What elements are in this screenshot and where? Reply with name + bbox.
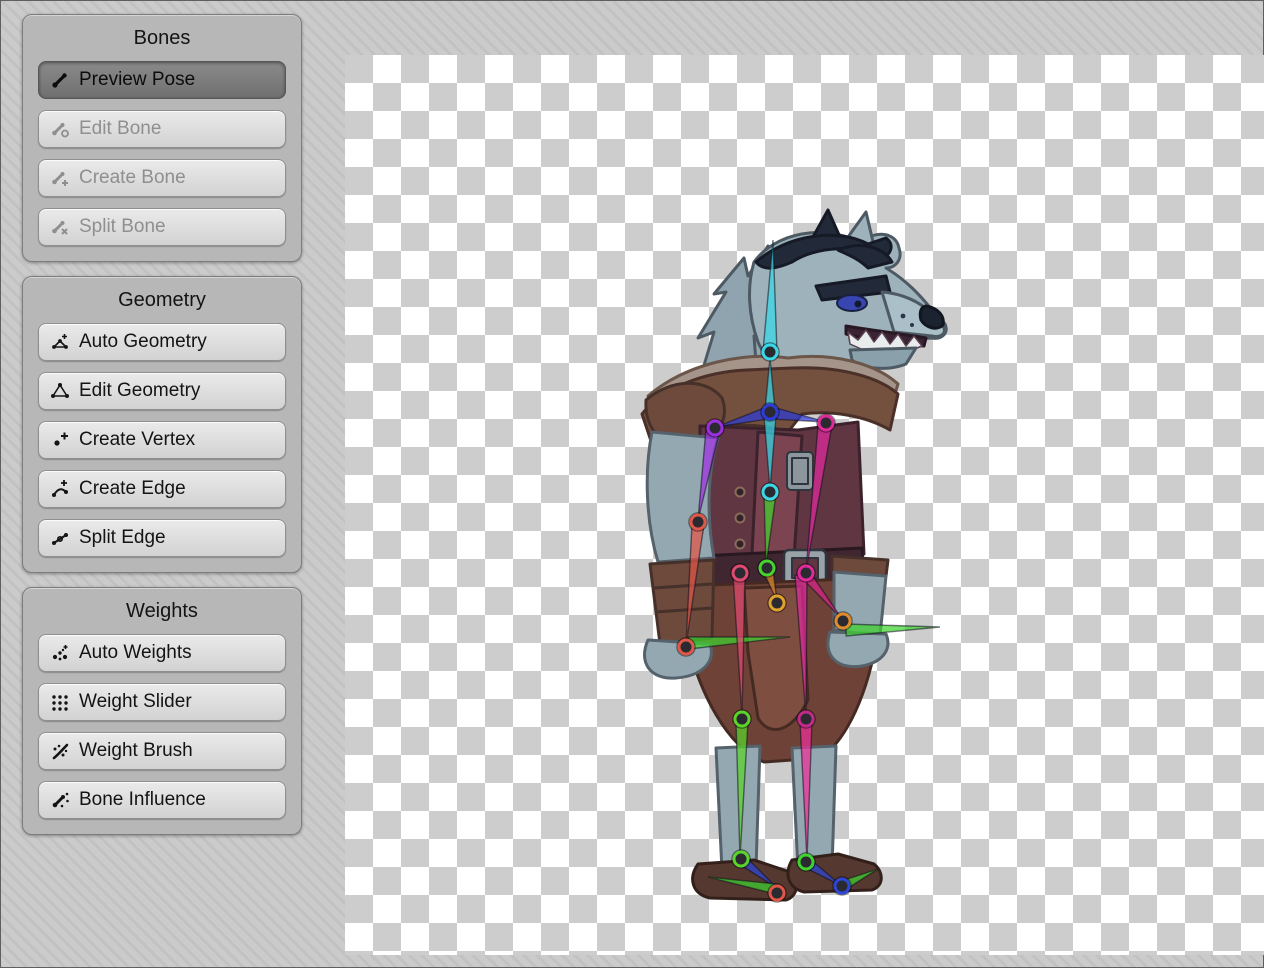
button-label: Create Bone (79, 167, 186, 189)
weight-brush-button[interactable]: Weight Brush (38, 732, 286, 770)
weight-slider-icon (50, 692, 70, 712)
panel-weights: Weights Auto Weights Weight Slider Weight B… (22, 587, 302, 835)
preview-pose-button[interactable]: Preview Pose (38, 61, 286, 99)
skinning-editor-window: { "app": { "name": "2D Skinning Editor" … (0, 0, 1264, 968)
bone-influence-button[interactable]: Bone Influence (38, 781, 286, 819)
split-bone-button[interactable]: Split Bone (38, 208, 286, 246)
button-label: Weight Slider (79, 691, 192, 713)
auto-geometry-icon (50, 332, 70, 352)
panel-title-geometry: Geometry (23, 277, 301, 323)
panel-bones: Bones Preview Pose Edit Bone Create Bone Spl… (22, 14, 302, 262)
weight-brush-icon (50, 741, 70, 761)
auto-weights-icon (50, 643, 70, 663)
button-label: Bone Influence (79, 789, 206, 811)
edit-bone-button[interactable]: Edit Bone (38, 110, 286, 148)
edit-geometry-icon (50, 381, 70, 401)
button-label: Split Edge (79, 527, 166, 549)
split-bone-icon (50, 217, 70, 237)
edit-geometry-button[interactable]: Edit Geometry (38, 372, 286, 410)
button-label: Split Bone (79, 216, 166, 238)
bone-influence-icon (50, 790, 70, 810)
preview-pose-icon (50, 70, 70, 90)
button-label: Create Edge (79, 478, 186, 500)
split-edge-icon (50, 528, 70, 548)
auto-geometry-button[interactable]: Auto Geometry (38, 323, 286, 361)
create-vertex-button[interactable]: Create Vertex (38, 421, 286, 459)
panel-geometry: Geometry Auto Geometry Edit Geometry Create… (22, 276, 302, 573)
button-label: Create Vertex (79, 429, 195, 451)
tool-sidebar: Bones Preview Pose Edit Bone Create Bone Spl… (22, 14, 302, 849)
sprite-canvas[interactable] (345, 55, 1264, 955)
button-label: Auto Weights (79, 642, 192, 664)
panel-title-bones: Bones (23, 15, 301, 61)
split-edge-button[interactable]: Split Edge (38, 519, 286, 557)
panel-title-weights: Weights (23, 588, 301, 634)
button-label: Edit Geometry (79, 380, 200, 402)
edit-bone-icon (50, 119, 70, 139)
button-label: Preview Pose (79, 69, 195, 91)
create-edge-button[interactable]: Create Edge (38, 470, 286, 508)
create-bone-icon (50, 168, 70, 188)
button-label: Weight Brush (79, 740, 193, 762)
button-label: Edit Bone (79, 118, 161, 140)
weight-slider-button[interactable]: Weight Slider (38, 683, 286, 721)
create-edge-icon (50, 479, 70, 499)
auto-weights-button[interactable]: Auto Weights (38, 634, 286, 672)
create-bone-button[interactable]: Create Bone (38, 159, 286, 197)
button-label: Auto Geometry (79, 331, 207, 353)
create-vertex-icon (50, 430, 70, 450)
